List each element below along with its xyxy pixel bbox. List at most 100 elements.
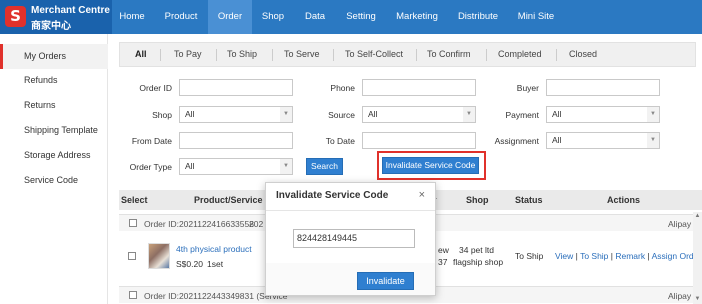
source-label: Source — [328, 110, 355, 120]
close-icon[interactable]: × — [419, 189, 425, 201]
partial-text: 37 — [438, 257, 448, 267]
row-checkbox[interactable] — [128, 252, 136, 260]
phone-input[interactable] — [362, 79, 476, 96]
from-date-input[interactable] — [179, 132, 293, 149]
chevron-down-icon: ▼ — [647, 133, 659, 148]
table-scrollbar[interactable]: ▲ ▼ — [693, 212, 702, 304]
column-header-status: Status — [515, 195, 543, 205]
sidebar-item-shipping-template[interactable]: Shipping Template — [0, 118, 108, 143]
order-status-tabs: All To Pay To Ship To Serve To Self-Coll… — [119, 42, 696, 67]
nav-mini-site[interactable]: Mini Site — [508, 0, 564, 34]
tab-to-ship[interactable]: To Ship — [227, 43, 257, 66]
nav-order[interactable]: Order — [208, 0, 252, 34]
order-id-input[interactable] — [179, 79, 293, 96]
remark-link[interactable]: Remark — [615, 251, 645, 261]
scroll-up-icon[interactable]: ▲ — [693, 212, 702, 221]
shop-name-line2: flagship shop — [453, 257, 504, 267]
from-date-label: From Date — [131, 136, 172, 146]
tab-divider — [486, 49, 487, 61]
search-button[interactable]: Search — [306, 158, 343, 175]
source-select-value: All — [368, 109, 378, 119]
order-status: To Ship — [515, 251, 544, 261]
phone-label: Phone — [330, 83, 355, 93]
service-code-input[interactable]: 824428149445 — [293, 229, 415, 248]
payment-select-value: All — [552, 109, 562, 119]
tab-to-serve[interactable]: To Serve — [284, 43, 320, 66]
top-navbar: S Merchant Centre 商家中心 Home Product Orde… — [0, 0, 702, 34]
scroll-down-icon[interactable]: ▼ — [693, 295, 702, 304]
column-header-shop: Shop — [466, 195, 489, 205]
payment-method: Alipay — [668, 291, 692, 301]
row-actions: View | To Ship | Remark | Assign Order — [555, 251, 702, 261]
shop-select[interactable]: All ▼ — [179, 106, 293, 123]
column-header-actions: Actions — [607, 195, 641, 205]
order-checkbox[interactable] — [129, 291, 137, 299]
dialog-divider — [266, 210, 435, 211]
brand-subtitle: 商家中心 — [31, 21, 71, 32]
tab-divider — [416, 49, 417, 61]
invalidate-service-code-dialog: Invalidate Service Code × 824428149445 I… — [265, 182, 436, 296]
to-date-label: To Date — [325, 136, 355, 146]
chevron-down-icon: ▼ — [463, 107, 475, 122]
nav-product[interactable]: Product — [152, 0, 210, 34]
to-date-input[interactable] — [362, 132, 476, 149]
shop-name: 34 pet ltd — [459, 245, 494, 255]
column-header-product-service: Product/Service — [194, 195, 263, 205]
invalidate-button[interactable]: Invalidate — [357, 272, 414, 290]
assignment-select[interactable]: All ▼ — [546, 132, 660, 149]
sidebar: My Orders Refunds Returns Shipping Templ… — [0, 34, 108, 304]
dialog-title: Invalidate Service Code — [276, 190, 389, 201]
product-quantity: 1set — [207, 259, 224, 269]
brand[interactable]: S Merchant Centre 商家中心 — [0, 0, 112, 34]
chevron-down-icon: ▼ — [280, 159, 292, 174]
order-type-select-value: All — [185, 161, 195, 171]
sidebar-item-my-orders[interactable]: My Orders — [0, 44, 108, 69]
nav-shop[interactable]: Shop — [252, 0, 294, 34]
sidebar-item-storage-address[interactable]: Storage Address — [0, 143, 108, 168]
chevron-down-icon: ▼ — [280, 107, 292, 122]
shop-logo-icon: S — [5, 6, 26, 27]
column-header-select: Select — [121, 195, 148, 205]
nav-home[interactable]: Home — [112, 0, 152, 34]
chevron-down-icon: ▼ — [647, 107, 659, 122]
product-image[interactable] — [148, 243, 170, 269]
tab-to-pay[interactable]: To Pay — [174, 43, 202, 66]
nav-data[interactable]: Data — [294, 0, 336, 34]
assignment-label: Assignment — [494, 136, 539, 146]
tab-divider — [216, 49, 217, 61]
nav-setting[interactable]: Setting — [336, 0, 386, 34]
payment-label: Payment — [505, 110, 539, 120]
tab-all[interactable]: All — [135, 43, 147, 66]
view-link[interactable]: View — [555, 251, 573, 261]
payment-method: Alipay — [668, 219, 692, 229]
tab-divider — [160, 49, 161, 61]
tab-to-confirm[interactable]: To Confirm — [427, 43, 471, 66]
product-price: S$0.20 — [176, 259, 203, 269]
to-ship-link[interactable]: To Ship — [580, 251, 608, 261]
nav-distribute[interactable]: Distribute — [448, 0, 508, 34]
payment-select[interactable]: All ▼ — [546, 106, 660, 123]
sidebar-item-service-code[interactable]: Service Code — [0, 168, 108, 193]
shop-label: Shop — [152, 110, 172, 120]
sidebar-item-returns[interactable]: Returns — [0, 93, 108, 118]
order-type-select[interactable]: All ▼ — [179, 158, 293, 175]
product-name-link[interactable]: 4th physical product — [176, 244, 252, 254]
source-select[interactable]: All ▼ — [362, 106, 476, 123]
shop-select-value: All — [185, 109, 195, 119]
tab-divider — [333, 49, 334, 61]
tab-closed[interactable]: Closed — [569, 43, 597, 66]
order-checkbox[interactable] — [129, 219, 137, 227]
buyer-input[interactable] — [546, 79, 660, 96]
assignment-select-value: All — [552, 135, 562, 145]
tab-completed[interactable]: Completed — [498, 43, 542, 66]
order-type-label: Order Type — [129, 162, 172, 172]
order-time-partial: 202 — [249, 219, 264, 229]
buyer-label: Buyer — [516, 83, 539, 93]
nav-marketing[interactable]: Marketing — [386, 0, 448, 34]
order-id: Order ID:2021122416633558 — [144, 219, 254, 229]
sidebar-item-refunds[interactable]: Refunds — [0, 68, 108, 93]
order-id-label: Order ID — [139, 83, 172, 93]
tab-divider — [272, 49, 273, 61]
highlight-box — [377, 151, 486, 180]
tab-to-self-collect[interactable]: To Self-Collect — [345, 43, 403, 66]
